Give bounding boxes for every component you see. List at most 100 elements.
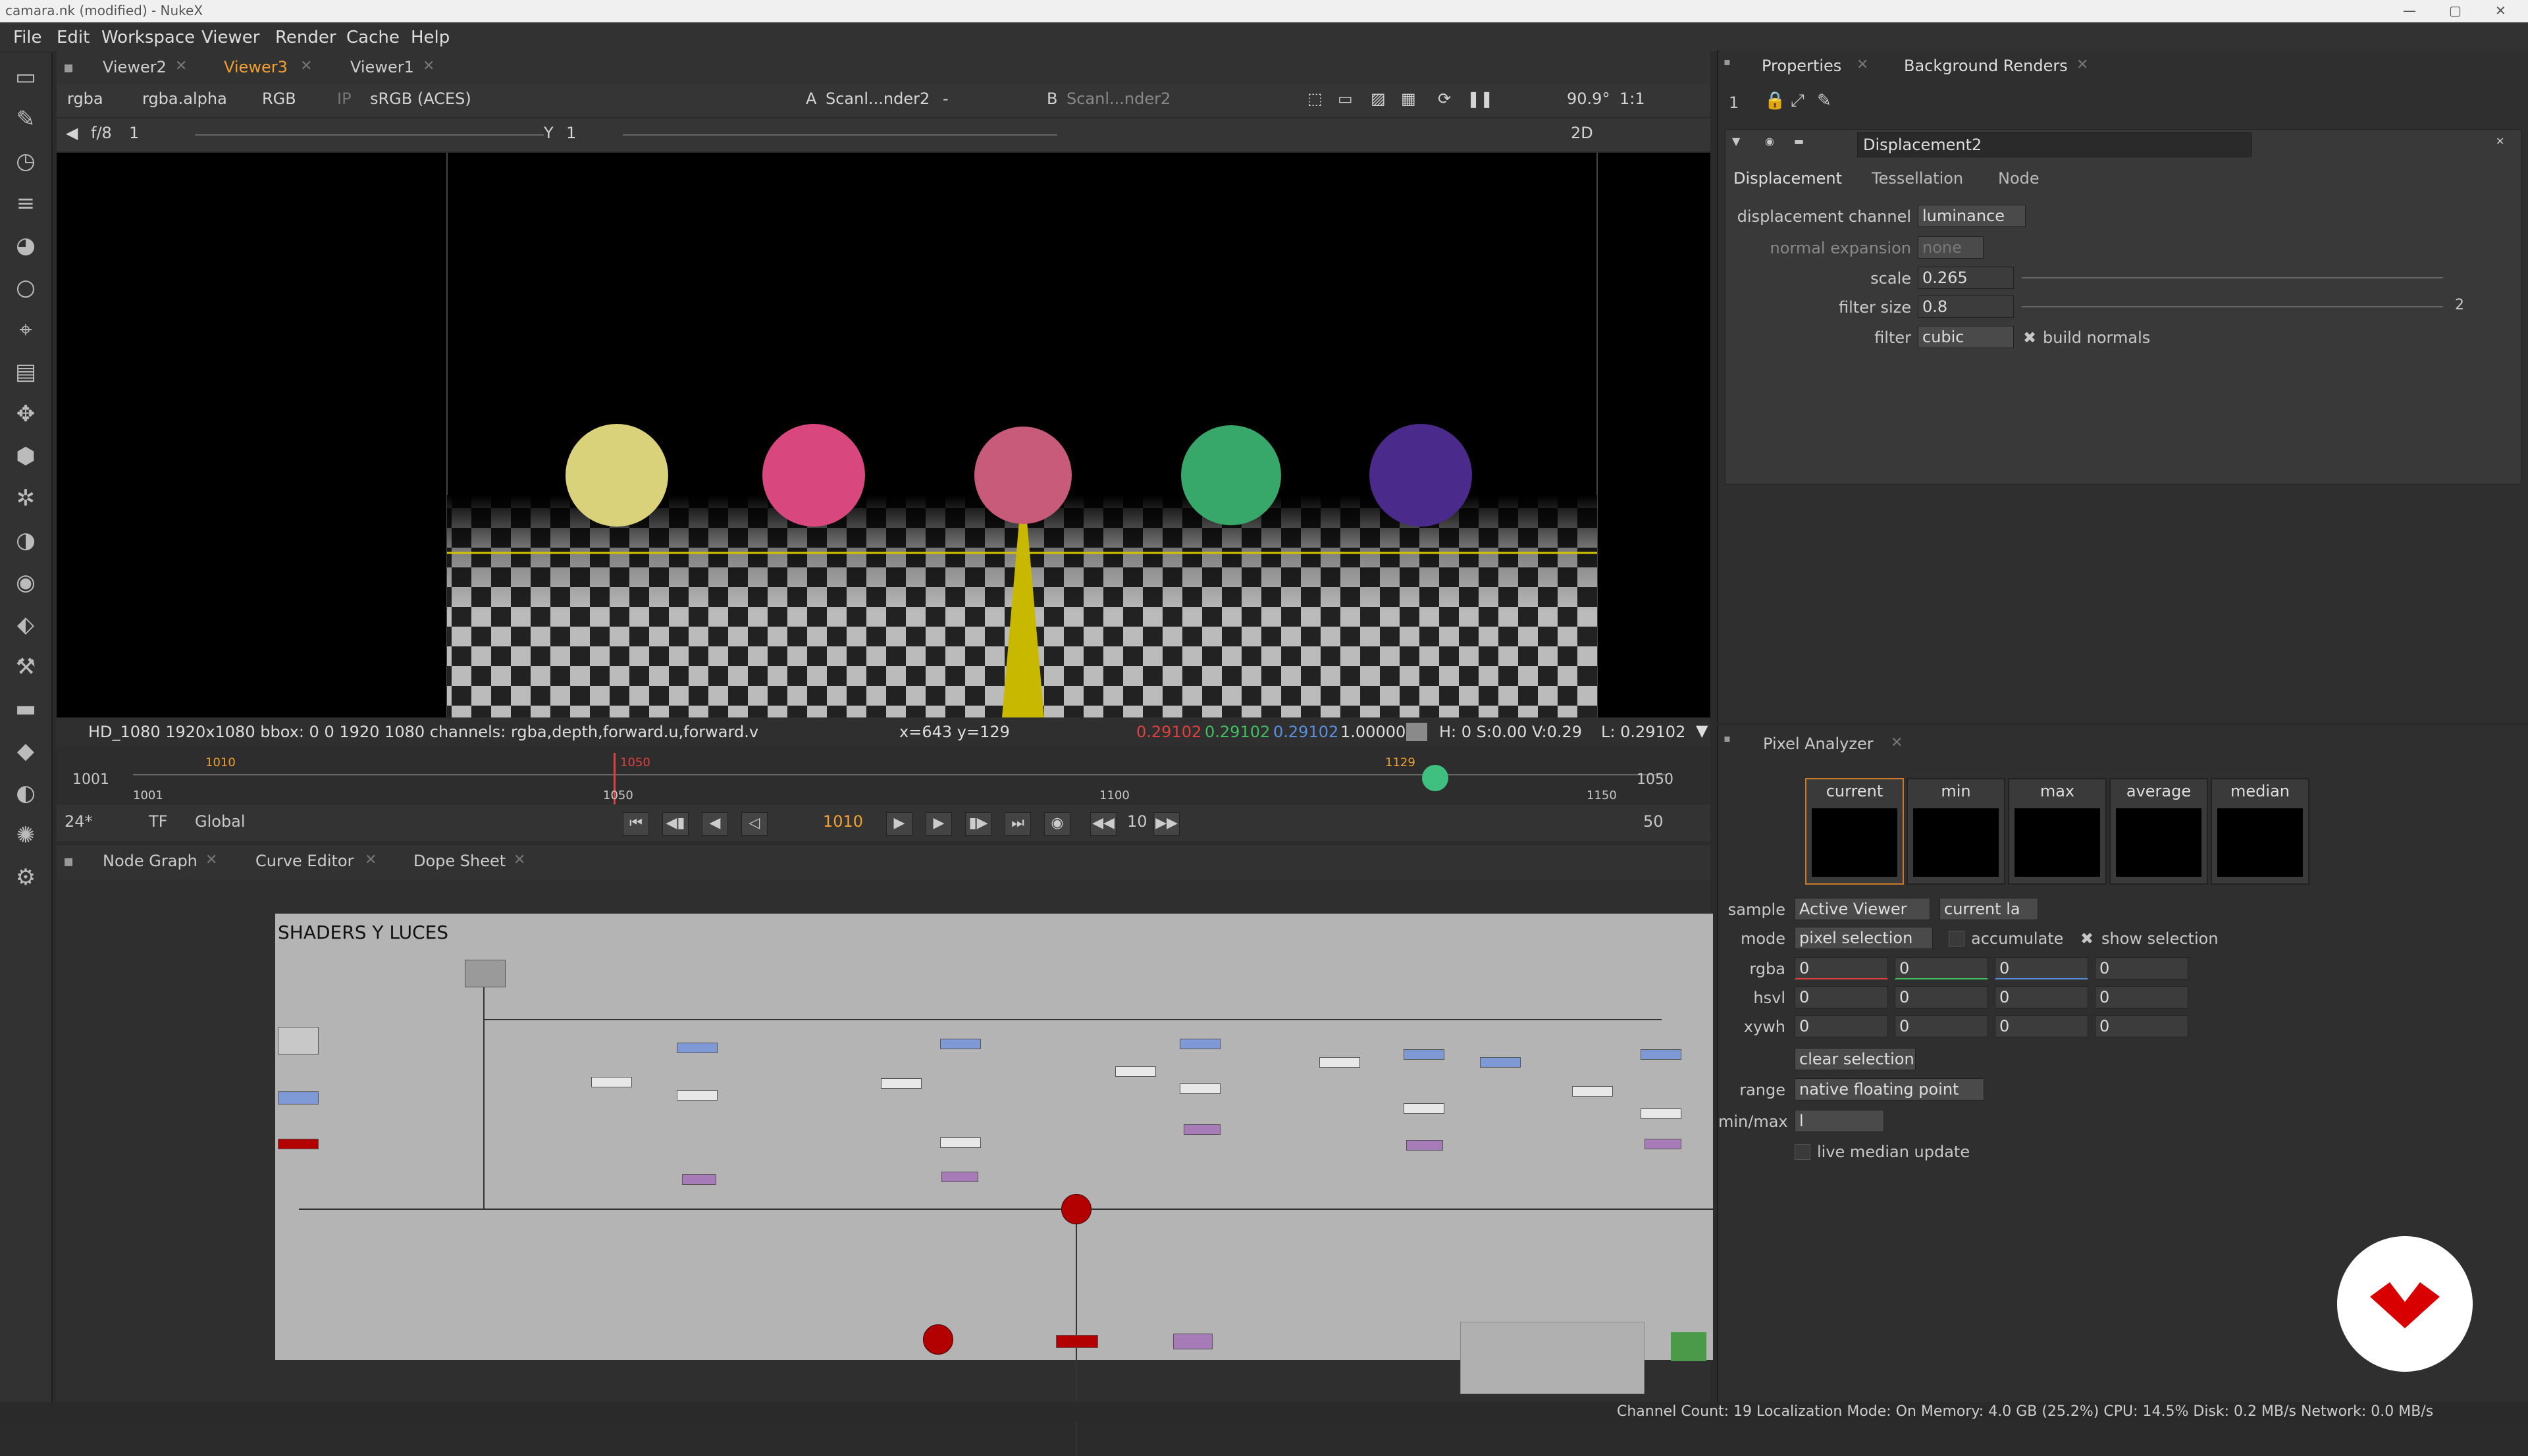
layer-dropdown[interactable]: current la: [1939, 898, 2038, 920]
next-frame-button[interactable]: ▶: [926, 812, 952, 836]
input-b-dropdown[interactable]: Scanl...nder2: [1066, 90, 1171, 108]
gamma-slider[interactable]: [623, 134, 1057, 136]
minimap-toggle-icon[interactable]: [1671, 1332, 1706, 1361]
gain-field[interactable]: 1: [129, 124, 139, 142]
tab-node[interactable]: Node: [1998, 169, 2040, 188]
draw-tool-icon[interactable]: ✎: [11, 104, 41, 134]
prev-keyframe-button[interactable]: ◀▮: [662, 812, 689, 836]
tab-tessellation[interactable]: Tessellation: [1872, 169, 1963, 188]
transform-tool-icon[interactable]: ✥: [11, 399, 41, 429]
keyer-tool-icon[interactable]: ⌖: [11, 315, 41, 345]
close-icon[interactable]: ✕: [205, 852, 217, 868]
views-tool-icon[interactable]: ◉: [11, 567, 41, 598]
particles-tool-icon[interactable]: ✲: [11, 483, 41, 513]
last-frame-button[interactable]: ⏭: [1005, 812, 1031, 836]
fullframe-icon[interactable]: ▭: [1338, 90, 1353, 108]
float-icon[interactable]: ⤢: [1791, 91, 1804, 111]
play-forward-button[interactable]: ▶: [886, 812, 912, 836]
menu-edit[interactable]: Edit: [57, 28, 90, 47]
input-a-dropdown[interactable]: Scanl...nder2: [826, 90, 930, 108]
swatch-average[interactable]: average: [2109, 778, 2208, 885]
shader-node[interactable]: [1480, 1057, 1521, 1068]
ip-button[interactable]: IP: [337, 90, 352, 108]
light-node[interactable]: [1115, 1066, 1156, 1077]
camera-node[interactable]: [465, 960, 506, 987]
scale-slider[interactable]: [2022, 277, 2443, 278]
mode-dropdown[interactable]: pixel selection: [1795, 927, 1933, 949]
fps-dropdown[interactable]: 24*: [65, 812, 93, 831]
geo-node[interactable]: [941, 1172, 978, 1182]
current-frame-field[interactable]: 1010: [823, 812, 863, 831]
scanline-render-node[interactable]: [1056, 1335, 1098, 1348]
proxy-icon[interactable]: ▦: [1401, 90, 1416, 108]
transform-node[interactable]: [278, 1091, 319, 1105]
merge-tool-icon[interactable]: ▤: [11, 357, 41, 387]
swatch-min[interactable]: min: [1907, 778, 2005, 885]
hsvl-h-field[interactable]: 0: [1795, 986, 1888, 1008]
node-name-field[interactable]: Displacement2: [1857, 132, 2252, 157]
xywh-w-field[interactable]: 0: [1995, 1015, 2088, 1037]
hsvl-l-field[interactable]: 0: [2095, 986, 2188, 1008]
displacement-channel-dropdown[interactable]: luminance: [1918, 205, 2026, 227]
pen-icon[interactable]: ✎: [1817, 91, 1831, 111]
prev-icon[interactable]: ◀: [66, 124, 78, 142]
time-tool-icon[interactable]: ◷: [11, 146, 41, 176]
rgba-r-field[interactable]: 0: [1795, 957, 1888, 979]
geo-node[interactable]: [1406, 1140, 1443, 1151]
close-icon[interactable]: ✕: [365, 852, 377, 868]
show-selection-checkbox[interactable]: ✖: [2080, 929, 2094, 948]
menu-render[interactable]: Render: [275, 28, 336, 47]
pane-menu-icon[interactable]: ▪: [1724, 732, 1731, 744]
swatch-median[interactable]: median: [2211, 778, 2309, 885]
gain-slider[interactable]: [195, 134, 544, 136]
pixel-analyzer-title[interactable]: Pixel Analyzer: [1763, 735, 1874, 753]
shader-node[interactable]: [1180, 1039, 1221, 1049]
tab-background-renders[interactable]: Background Renders: [1904, 57, 2068, 75]
bg-node[interactable]: [1173, 1334, 1213, 1349]
close-icon[interactable]: ✕: [2076, 57, 2088, 73]
shader-node[interactable]: [1404, 1049, 1444, 1060]
wipe-dropdown[interactable]: -: [943, 90, 949, 108]
build-normals-checkbox[interactable]: ✖: [2023, 328, 2036, 347]
alpha-dropdown[interactable]: rgba.alpha: [142, 90, 227, 108]
expand-icon[interactable]: ▼: [1696, 721, 1708, 740]
furnace-tool-icon[interactable]: ◆: [11, 736, 41, 766]
shader-node[interactable]: [940, 1039, 981, 1049]
stop-button[interactable]: ◉: [1044, 812, 1070, 836]
hsvl-v-field[interactable]: 0: [1995, 986, 2088, 1008]
toolsets-tool-icon[interactable]: ⚒: [11, 652, 41, 682]
settings-tool-icon[interactable]: ⚙: [11, 862, 41, 893]
close-window-icon[interactable]: ✕: [2495, 3, 2506, 18]
swatch-current[interactable]: current: [1805, 778, 1904, 885]
light-node[interactable]: [881, 1078, 922, 1089]
close-icon[interactable]: ✕: [175, 58, 187, 74]
merge-node[interactable]: [940, 1137, 981, 1148]
next-keyframe-button[interactable]: ▮▶: [965, 812, 991, 836]
menu-cache[interactable]: Cache: [346, 28, 400, 47]
pause-icon[interactable]: ❚❚: [1467, 90, 1493, 108]
other-tool-icon[interactable]: ▬: [11, 694, 41, 724]
geo-node[interactable]: [1645, 1139, 1681, 1149]
channels-dropdown[interactable]: rgba: [67, 90, 103, 108]
light-node[interactable]: [591, 1077, 632, 1087]
xywh-y-field[interactable]: 0: [1895, 1015, 1988, 1037]
tab-curve-editor[interactable]: Curve Editor: [255, 852, 354, 870]
skip-forward-button[interactable]: ▶▶: [1153, 812, 1180, 836]
tab-displacement[interactable]: Displacement: [1733, 169, 1842, 188]
minmax-dropdown[interactable]: l: [1795, 1110, 1884, 1132]
tf-dropdown[interactable]: TF: [149, 812, 167, 831]
merge-node[interactable]: [1404, 1103, 1444, 1114]
scale-field[interactable]: 0.265: [1918, 267, 2014, 289]
viewer-canvas[interactable]: [57, 153, 1710, 717]
xywh-x-field[interactable]: 0: [1795, 1015, 1888, 1037]
backdrop-node[interactable]: SHADERS Y LUCES: [275, 914, 1713, 1456]
panel-count-field[interactable]: 1: [1729, 93, 1739, 112]
minimize-icon[interactable]: —: [2403, 3, 2416, 18]
filter-tool-icon[interactable]: ○: [11, 273, 41, 303]
tab-viewer1[interactable]: Viewer1: [350, 58, 414, 76]
step-field[interactable]: 10: [1127, 812, 1147, 831]
clear-selection-button[interactable]: clear selection: [1795, 1048, 1916, 1070]
close-icon[interactable]: ✕: [1891, 735, 1903, 751]
3d-tool-icon[interactable]: ⬢: [11, 441, 41, 471]
ocula-tool-icon[interactable]: ◐: [11, 778, 41, 808]
